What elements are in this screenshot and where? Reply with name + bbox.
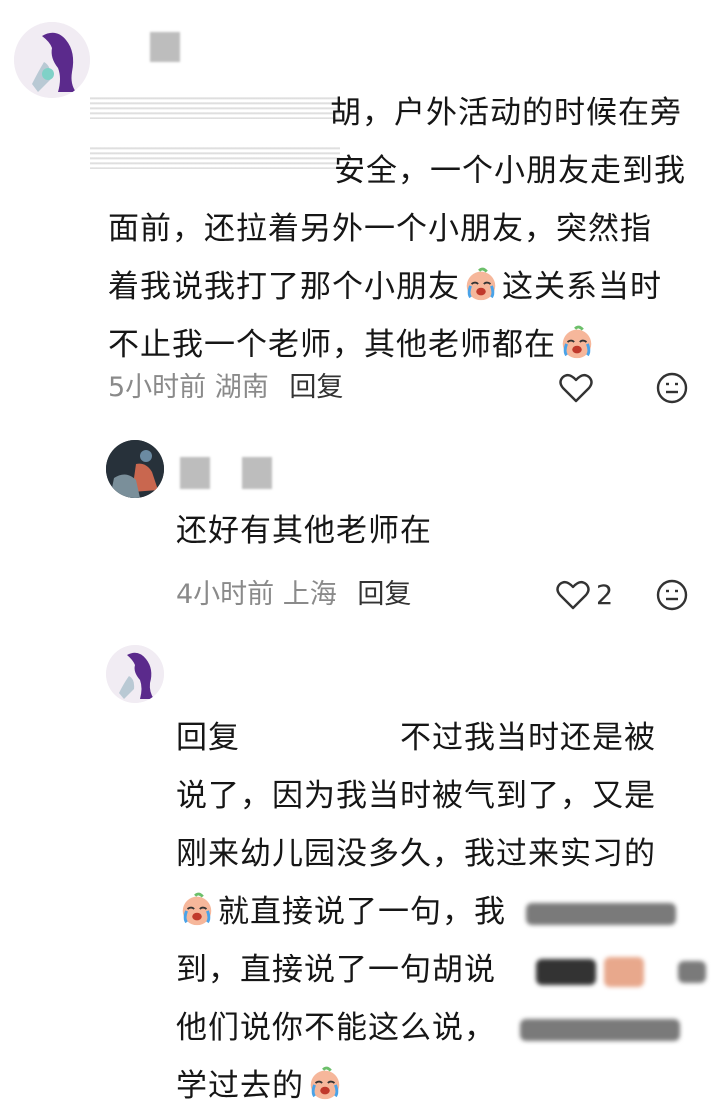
comment-line: 面前，还拉着另外一个小朋友，突然指 — [108, 211, 652, 247]
comment-line: 安全，一个小朋友走到我 — [334, 153, 686, 189]
comment-line: 回复 不过我当时还是被 — [176, 709, 706, 767]
avatar-image — [14, 22, 90, 98]
comment-line: 刚来幼儿园没多久，我过来实习的 — [176, 836, 656, 872]
comment-time: 5小时前 — [108, 372, 207, 403]
comment-fragment: 学过去的 — [176, 1068, 304, 1104]
pixelated-region — [520, 1018, 680, 1041]
comment-line: 就直接说了一句，我 — [176, 883, 706, 941]
react-button[interactable] — [652, 368, 692, 408]
comment-location: 上海 — [282, 579, 337, 610]
avatar-image — [106, 440, 164, 498]
comment-location: 湖南 — [214, 372, 269, 403]
comment-line: 他们说你不能这么说， — [176, 999, 706, 1057]
pixelated-region — [536, 958, 596, 985]
crying-emoji-icon — [466, 267, 496, 301]
avatar[interactable] — [106, 645, 164, 703]
username-redacted — [242, 457, 272, 489]
comment-line: 到，直接说了一句胡说 — [176, 941, 706, 999]
reply-button[interactable]: 回复 — [289, 372, 343, 403]
comment-meta: 4小时前 上海 回复 — [176, 575, 411, 615]
smiley-icon — [656, 372, 688, 404]
username-redacted — [150, 32, 180, 62]
comment-fragment: 这关系当时 — [502, 269, 662, 305]
comment-line: 不止我一个老师，其他老师都在 — [108, 316, 708, 374]
comment-fragment: 不过我当时还是被 — [400, 720, 656, 756]
comment-fragment: 就直接说了一句，我 — [218, 894, 506, 930]
smiley-icon — [656, 579, 688, 611]
comment-line: 着我说我打了那个小朋友 这关系当时 — [108, 258, 708, 316]
react-button[interactable] — [652, 575, 692, 615]
comment-time: 4小时前 — [176, 579, 275, 610]
crying-emoji-icon — [310, 1066, 340, 1100]
comment-text: 回复 不过我当时还是被 说了，因为我当时被气到了，又是 刚来幼儿园没多久，我过来实… — [176, 709, 706, 1115]
reply-button[interactable]: 回复 — [357, 579, 411, 610]
crying-emoji-icon — [182, 892, 212, 926]
comment-meta: 5小时前 湖南 回复 — [108, 368, 343, 408]
comment-fragment: 到，直接说了一句胡说 — [176, 952, 496, 988]
comment-line: 说了，因为我当时被气到了，又是 — [176, 778, 656, 814]
comment-fragment: 不止我一个老师，其他老师都在 — [108, 327, 556, 363]
comment-text: 还好有其他老师在 — [176, 513, 432, 549]
avatar[interactable] — [106, 440, 164, 498]
pixelated-region — [526, 902, 676, 925]
heart-icon — [556, 580, 590, 610]
comment-line: 学过去的 — [176, 1057, 706, 1115]
comment-line: 胡，户外活动的时候在旁 — [330, 95, 682, 131]
like-button[interactable]: 2 — [556, 575, 626, 615]
pixelated-region — [678, 960, 706, 983]
heart-icon — [559, 373, 593, 403]
comment-fragment: 他们说你不能这么说， — [176, 1010, 496, 1046]
crying-emoji-icon — [562, 325, 592, 359]
like-count: 2 — [596, 579, 614, 611]
like-button[interactable] — [556, 368, 596, 408]
comment-text: 胡，户外活动的时候在旁 安全，一个小朋友走到我 面前，还拉着另外一个小朋友，突然… — [108, 84, 708, 374]
pixelated-region — [604, 956, 644, 987]
avatar-image — [106, 645, 164, 703]
reply-prefix: 回复 — [176, 720, 240, 756]
comment-fragment: 着我说我打了那个小朋友 — [108, 269, 460, 305]
avatar[interactable] — [14, 22, 90, 98]
username-redacted — [180, 457, 210, 489]
